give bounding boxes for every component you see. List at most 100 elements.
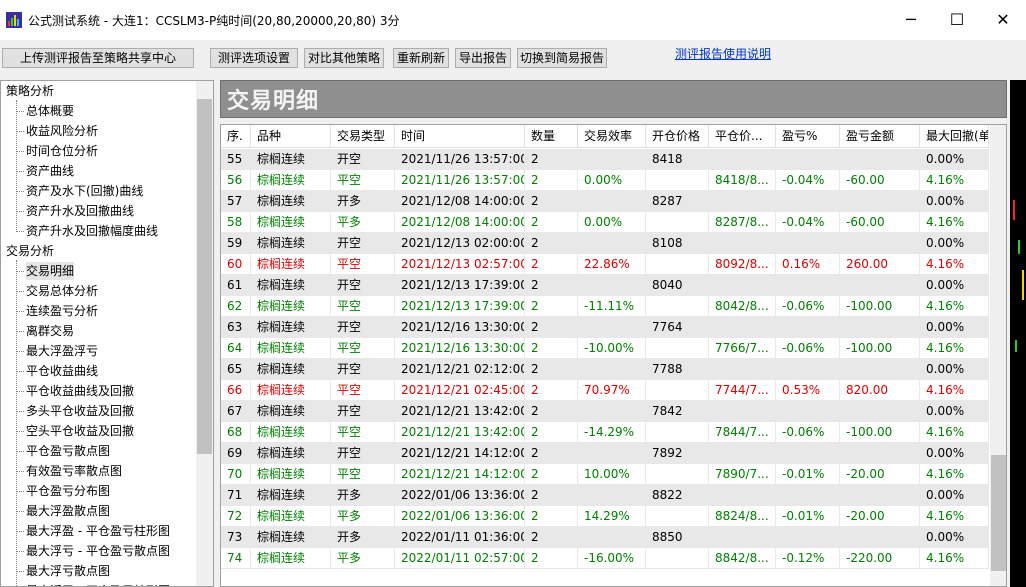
table-row[interactable]: 68 棕榈连续 平空 2021/12/21 13:42:00 2 -14.29% 7844/… bbox=[221, 422, 989, 443]
table-cell: 7788 bbox=[646, 359, 709, 380]
column-header[interactable]: 最大回撤(单 bbox=[920, 125, 989, 148]
test-options-button[interactable]: 测评选项设置 bbox=[210, 48, 298, 68]
table-row[interactable]: 66 棕榈连续 平空 2021/12/21 02:45:00 2 70.97% 7744/7… bbox=[221, 380, 989, 401]
column-header[interactable]: 盈亏% bbox=[776, 125, 840, 148]
tree-connector bbox=[16, 211, 24, 212]
table-row[interactable]: 61 棕榈连续 开空 2021/12/13 17:39:00 2 8040 0.00% bbox=[221, 275, 989, 296]
column-header[interactable]: 时间 bbox=[395, 125, 525, 148]
table-cell: 开多 bbox=[331, 191, 395, 212]
simple-report-button[interactable]: 切换到简易报告 bbox=[517, 48, 607, 68]
table-cell: 平多 bbox=[331, 506, 395, 527]
help-link[interactable]: 测评报告使用说明 bbox=[675, 45, 771, 62]
tree-item[interactable]: 收益风险分析 bbox=[26, 122, 98, 140]
tree-item[interactable]: 时间仓位分析 bbox=[26, 142, 98, 160]
tree-item[interactable]: 最大浮亏散点图 bbox=[26, 562, 110, 580]
tree-group[interactable]: 策略分析 bbox=[6, 82, 54, 100]
tree-item[interactable]: 最大浮亏 - 平仓盈亏散点图 bbox=[26, 542, 170, 560]
table-cell: -0.12% bbox=[776, 548, 840, 569]
table-row[interactable]: 60 棕榈连续 平空 2021/12/13 02:57:00 2 22.86% 8092/8… bbox=[221, 254, 989, 275]
table-row[interactable]: 70 棕榈连续 平空 2021/12/21 14:12:00 2 10.00% 7890/7… bbox=[221, 464, 989, 485]
table-cell bbox=[578, 485, 646, 506]
table-cell: 棕榈连续 bbox=[251, 527, 331, 548]
tree-item[interactable]: 离群交易 bbox=[26, 322, 74, 340]
column-header[interactable]: 平仓价... bbox=[709, 125, 776, 148]
table-row[interactable]: 71 棕榈连续 开多 2022/01/06 13:36:00 2 8822 0.00% bbox=[221, 485, 989, 506]
table-row[interactable]: 57 棕榈连续 开多 2021/12/08 14:00:00 2 8287 0.00% bbox=[221, 191, 989, 212]
table-row[interactable]: 74 棕榈连续 平多 2022/01/11 02:57:00 2 -16.00% 8842/… bbox=[221, 548, 989, 569]
table-cell: 开空 bbox=[331, 317, 395, 338]
column-header[interactable]: 交易效率 bbox=[578, 125, 646, 148]
tree-connector bbox=[16, 171, 24, 172]
tree-item[interactable]: 有效盈亏率散点图 bbox=[26, 462, 122, 480]
table-cell: 平空 bbox=[331, 422, 395, 443]
tree-item[interactable]: 平仓盈亏散点图 bbox=[26, 442, 110, 460]
table-row[interactable]: 59 棕榈连续 开空 2021/12/13 02:00:00 2 8108 0.00% bbox=[221, 233, 989, 254]
tree-item[interactable]: 资产曲线 bbox=[26, 162, 74, 180]
tree-item[interactable]: 多头平仓收益及回撤 bbox=[26, 402, 134, 420]
refresh-button[interactable]: 重新刷新 bbox=[393, 48, 449, 68]
sidebar-scroll-thumb[interactable] bbox=[197, 99, 212, 454]
tree-item[interactable]: 资产及水下(回撤)曲线 bbox=[26, 182, 143, 200]
table-cell: 2 bbox=[525, 317, 578, 338]
table-row[interactable]: 67 棕榈连续 开空 2021/12/21 13:42:00 2 7842 0.00% bbox=[221, 401, 989, 422]
minimize-button[interactable]: ─ bbox=[888, 0, 934, 40]
table-row[interactable]: 69 棕榈连续 开空 2021/12/21 14:12:00 2 7892 0.00% bbox=[221, 443, 989, 464]
tree-item[interactable]: 平仓收益曲线及回撤 bbox=[26, 382, 134, 400]
column-header[interactable]: 数量 bbox=[525, 125, 578, 148]
tree-item[interactable]: 最大浮亏 - 平仓盈亏柱形图 bbox=[26, 582, 170, 586]
tree-item[interactable]: 资产升水及回撤幅度曲线 bbox=[26, 222, 158, 240]
tree-item[interactable]: 平仓盈亏分布图 bbox=[26, 482, 110, 500]
column-header[interactable]: 交易类型 bbox=[331, 125, 395, 148]
upload-report-button[interactable]: 上传测评报告至策略共享中心 bbox=[2, 48, 194, 68]
table-row[interactable]: 72 棕榈连续 平多 2022/01/06 13:36:00 2 14.29% 8824/8… bbox=[221, 506, 989, 527]
tree-connector bbox=[16, 431, 24, 432]
table-cell bbox=[646, 380, 709, 401]
table-row[interactable]: 65 棕榈连续 开空 2021/12/21 02:12:00 2 7788 0.00% bbox=[221, 359, 989, 380]
table-cell: 2 bbox=[525, 548, 578, 569]
table-cell: 74 bbox=[221, 548, 251, 569]
table-cell: 棕榈连续 bbox=[251, 380, 331, 401]
tree-item[interactable]: 最大浮盈散点图 bbox=[26, 502, 110, 520]
close-button[interactable]: ✕ bbox=[980, 0, 1026, 40]
table-cell: 10.00% bbox=[578, 464, 646, 485]
table-cell: 2 bbox=[525, 170, 578, 191]
table-cell: 4.16% bbox=[920, 170, 989, 191]
sidebar-scrollbar[interactable] bbox=[196, 81, 213, 586]
table-cell: 65 bbox=[221, 359, 251, 380]
tree-connector bbox=[16, 371, 24, 372]
tree-connector bbox=[16, 471, 24, 472]
table-row[interactable]: 73 棕榈连续 开多 2022/01/11 01:36:00 2 8850 0.00% bbox=[221, 527, 989, 548]
tree-item[interactable]: 交易明细 bbox=[26, 262, 75, 280]
column-header[interactable]: 开仓价格 bbox=[646, 125, 709, 148]
tree-item[interactable]: 最大浮盈 - 平仓盈亏柱形图 bbox=[26, 522, 170, 540]
tree-item[interactable]: 空头平仓收益及回撤 bbox=[26, 422, 134, 440]
table-row[interactable]: 58 棕榈连续 平多 2021/12/08 14:00:00 2 0.00% 8287/8.… bbox=[221, 212, 989, 233]
table-cell: -0.06% bbox=[776, 338, 840, 359]
tree-group[interactable]: 交易分析 bbox=[6, 242, 54, 260]
compare-strategies-button[interactable]: 对比其他策略 bbox=[304, 48, 384, 68]
table-cell: 14.29% bbox=[578, 506, 646, 527]
table-scrollbar[interactable] bbox=[990, 125, 1006, 586]
tree-item[interactable]: 资产升水及回撤曲线 bbox=[26, 202, 134, 220]
tree-item[interactable]: 连续盈亏分析 bbox=[26, 302, 98, 320]
table-row[interactable]: 63 棕榈连续 开空 2021/12/16 13:30:00 2 7764 0.00% bbox=[221, 317, 989, 338]
tree-item[interactable]: 总体概要 bbox=[26, 102, 74, 120]
column-header[interactable]: 盈亏金额 bbox=[840, 125, 920, 148]
table-row[interactable]: 64 棕榈连续 平空 2021/12/16 13:30:00 2 -10.00% 7766/… bbox=[221, 338, 989, 359]
table-cell: 72 bbox=[221, 506, 251, 527]
maximize-button[interactable]: ☐ bbox=[934, 0, 980, 40]
table-cell: -10.00% bbox=[578, 338, 646, 359]
table-scroll-thumb[interactable] bbox=[991, 455, 1006, 571]
table-cell bbox=[776, 149, 840, 170]
table-row[interactable]: 62 棕榈连续 平空 2021/12/13 17:39:00 2 -11.11% 8042/… bbox=[221, 296, 989, 317]
table-cell: 2021/12/13 02:57:00 bbox=[395, 254, 525, 275]
tree-item[interactable]: 交易总体分析 bbox=[26, 282, 98, 300]
column-header[interactable]: 序. bbox=[221, 125, 251, 148]
table-row[interactable]: 55 棕榈连续 开空 2021/11/26 13:57:00 2 8418 0.00% bbox=[221, 149, 989, 170]
export-report-button[interactable]: 导出报告 bbox=[455, 48, 511, 68]
table-row[interactable]: 56 棕榈连续 平空 2021/11/26 13:57:00 2 0.00% 8418/8.… bbox=[221, 170, 989, 191]
column-header[interactable]: 品种 bbox=[251, 125, 331, 148]
tree-item[interactable]: 平仓收益曲线 bbox=[26, 362, 98, 380]
tree-item[interactable]: 最大浮盈浮亏 bbox=[26, 342, 98, 360]
table-cell: -0.01% bbox=[776, 464, 840, 485]
